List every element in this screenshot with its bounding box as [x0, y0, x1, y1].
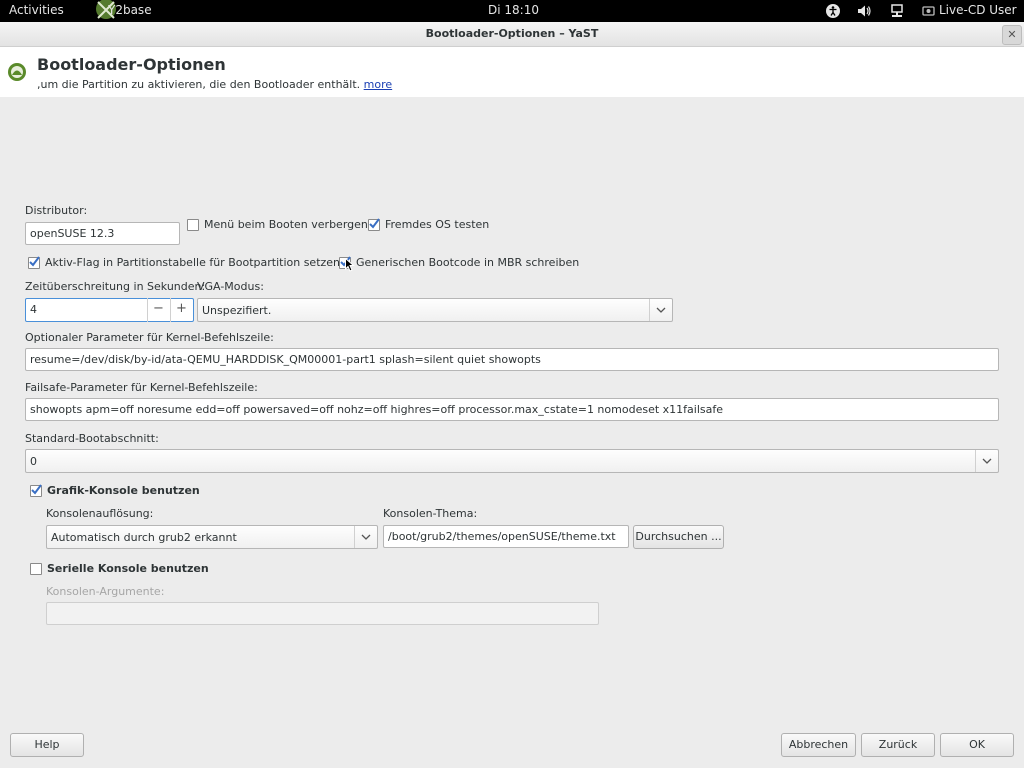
page-subtitle: ,um die Partition zu aktivieren, die den… — [37, 78, 392, 91]
distributor-field[interactable]: openSUSE 12.3 — [25, 222, 180, 245]
timeout-value[interactable]: 4 — [30, 303, 37, 316]
dialog-header: Bootloader-Optionen ,um die Partition zu… — [0, 47, 1024, 97]
console-resolution-value: Automatisch durch grub2 erkannt — [51, 531, 237, 544]
volume-icon[interactable] — [856, 3, 872, 19]
console-args-field — [46, 602, 599, 625]
serial-console-checkbox[interactable] — [30, 563, 42, 575]
close-icon[interactable]: ✕ — [1002, 25, 1022, 45]
timeout-label: Zeitüberschreitung in Sekunden: — [25, 280, 206, 293]
clock[interactable]: Di 18:10 — [488, 3, 539, 17]
active-flag-checkbox[interactable] — [28, 256, 40, 269]
vga-label: VGA-Modus: — [197, 280, 264, 293]
page-title: Bootloader-Optionen — [37, 55, 226, 74]
user-icon[interactable] — [922, 3, 936, 19]
back-button[interactable]: Zurück — [861, 733, 935, 757]
more-link[interactable]: more — [364, 78, 393, 91]
vga-mode-value: Unspezifiert. — [202, 304, 272, 317]
default-section-label: Standard-Bootabschnitt: — [25, 432, 159, 445]
app-menu[interactable]: Y2base — [108, 3, 152, 17]
window-title: Bootloader-Optionen – YaST — [425, 27, 599, 40]
cancel-button[interactable]: Abbrechen — [781, 733, 856, 757]
vga-mode-select[interactable]: Unspezifiert. — [197, 298, 673, 322]
foreign-os-checkbox[interactable] — [368, 218, 380, 231]
increment-button[interactable]: + — [170, 298, 192, 322]
network-icon[interactable] — [889, 3, 905, 19]
accessibility-icon[interactable] — [825, 3, 841, 19]
help-button[interactable]: Help — [10, 733, 84, 757]
window-titlebar[interactable]: Bootloader-Optionen – YaST ✕ — [0, 22, 1024, 47]
console-theme-label: Konsolen-Thema: — [383, 507, 478, 520]
console-resolution-label: Konsolenauflösung: — [46, 507, 154, 520]
chevron-down-icon[interactable] — [975, 450, 998, 472]
console-resolution-select[interactable]: Automatisch durch grub2 erkannt — [46, 525, 378, 549]
serial-console-label[interactable]: Serielle Konsole benutzen — [47, 562, 209, 575]
failsafe-field[interactable]: showopts apm=off noresume edd=off powers… — [25, 398, 999, 421]
graphic-console-label[interactable]: Grafik-Konsole benutzen — [47, 484, 200, 497]
failsafe-label: Failsafe-Parameter für Kernel-Befehlszei… — [25, 381, 258, 394]
mouse-cursor-icon — [345, 257, 355, 275]
checkmark-icon — [31, 484, 42, 495]
user-menu[interactable]: Live-CD User — [939, 3, 1017, 17]
generic-bootcode-label[interactable]: Generischen Bootcode in MBR schreiben — [356, 256, 579, 269]
checkmark-icon — [29, 256, 40, 267]
default-section-value: 0 — [30, 455, 37, 468]
chevron-down-icon[interactable] — [649, 299, 672, 321]
hide-menu-label[interactable]: Menü beim Booten verbergen — [204, 218, 368, 231]
console-args-label: Konsolen-Argumente: — [46, 585, 165, 598]
default-section-select[interactable]: 0 — [25, 449, 999, 473]
activities-button[interactable]: Activities — [9, 3, 64, 17]
kernel-param-field[interactable]: resume=/dev/disk/by-id/ata-QEMU_HARDDISK… — [25, 348, 999, 371]
yast-logo-icon — [7, 62, 27, 82]
distributor-label: Distributor: — [25, 204, 88, 217]
checkmark-icon — [369, 218, 380, 229]
hide-menu-checkbox[interactable] — [187, 219, 199, 231]
console-theme-field[interactable]: /boot/grub2/themes/openSUSE/theme.txt — [383, 525, 629, 548]
chevron-down-icon[interactable] — [354, 526, 377, 548]
top-bar: Activities Y2base Di 18:10 Live-CD User — [0, 0, 1024, 22]
active-flag-label[interactable]: Aktiv-Flag in Partitionstabelle für Boot… — [45, 256, 340, 269]
foreign-os-label[interactable]: Fremdes OS testen — [385, 218, 489, 231]
subtitle-text: ,um die Partition zu aktivieren, die den… — [37, 78, 364, 91]
kernel-param-label: Optionaler Parameter für Kernel-Befehlsz… — [25, 331, 274, 344]
decrement-button[interactable]: − — [147, 298, 169, 322]
browse-button[interactable]: Durchsuchen ... — [633, 525, 724, 549]
graphic-console-checkbox[interactable] — [30, 484, 42, 497]
ok-button[interactable]: OK — [940, 733, 1014, 757]
